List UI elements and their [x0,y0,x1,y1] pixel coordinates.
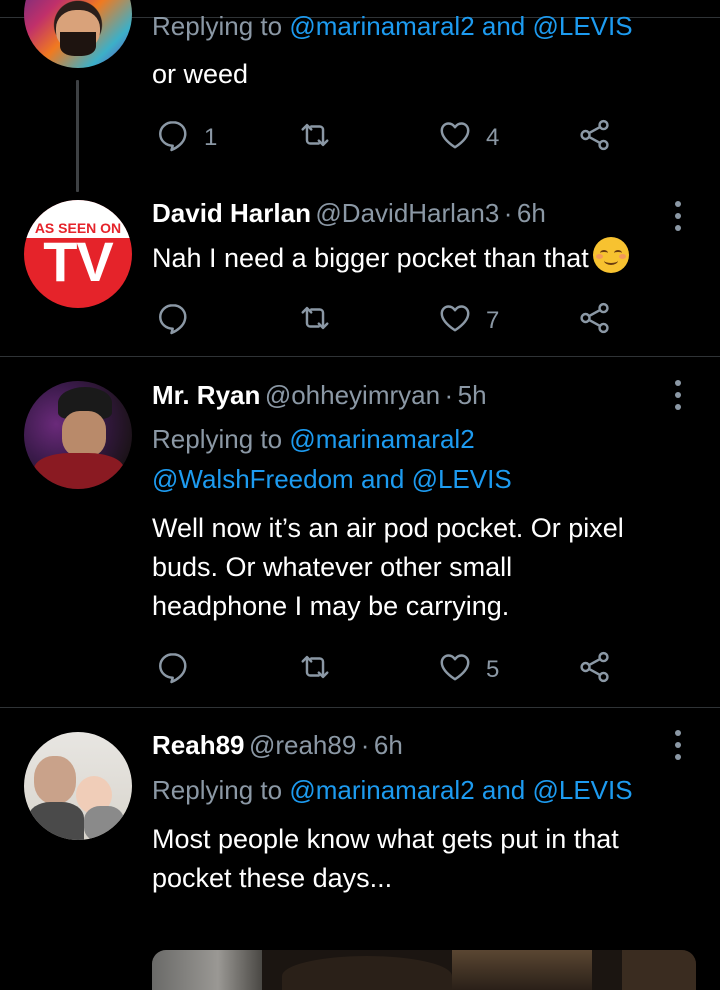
avatar[interactable] [24,381,132,489]
thread-line [76,80,79,192]
replying-to: Replying to @marinamaral2 @WalshFreedom … [152,419,712,499]
heart-icon [438,650,472,684]
tweet-text-line: Well now it’s an air pod pocket. Or pixe… [152,513,624,543]
retweet-button[interactable] [298,301,332,335]
tweet-header: Mr. Ryan @ohheyimryan · 5h [152,379,487,416]
more-options-button[interactable] [673,198,683,234]
reply-button[interactable] [156,118,190,152]
avatar[interactable]: AS SEEN ON TV [24,200,132,308]
retweet-icon [298,118,332,152]
like-button[interactable] [438,301,472,335]
like-count: 4 [486,124,500,151]
more-options-icon [673,377,683,413]
display-name[interactable]: David Harlan [152,198,311,228]
tweet-1[interactable]: Replying to @marinamaral2 and @LEVIS or … [0,0,720,192]
replying-to: Replying to @marinamaral2 and @LEVIS [152,6,633,46]
like-count: 7 [486,307,500,334]
tweet-text-line: pocket these days... [152,863,393,893]
replying-to-prefix: Replying to [152,775,283,805]
tweet-text-line: Most people know what gets put in that [152,824,619,854]
tweet-text-line: buds. Or whatever other small [152,552,513,582]
replying-to-prefix: Replying to [152,424,283,454]
tweet-2[interactable]: AS SEEN ON TV David Harlan @DavidHarlan3… [0,180,720,356]
tweet-text-line: headphone I may be carrying. [152,591,510,621]
smiling-face-icon [592,237,629,273]
replying-to-prefix: Replying to [152,11,283,41]
like-count: 5 [486,656,500,683]
reply-mention-link[interactable]: @WalshFreedom [152,464,354,494]
share-button[interactable] [578,301,612,335]
share-button[interactable] [578,650,612,684]
retweet-button[interactable] [298,650,332,684]
heart-icon [438,301,472,335]
reply-icon [156,650,190,684]
tweet-header: Reah89 @reah89 · 6h [152,729,403,766]
tweet-text-content: Nah I need a bigger pocket than that [152,243,589,273]
replying-to: Replying to @marinamaral2 and @LEVIS [152,770,633,810]
more-options-icon [673,198,683,234]
retweet-icon [298,301,332,335]
timestamp[interactable]: 6h [374,730,403,760]
reply-button[interactable] [156,650,190,684]
retweet-icon [298,650,332,684]
dot-separator: · [360,730,370,760]
timestamp[interactable]: 6h [517,198,546,228]
avatar-label-main: TV [43,230,114,293]
dot-separator: · [444,380,454,410]
tweet-4[interactable]: Reah89 @reah89 · 6h Replying to @marinam… [0,708,720,990]
tweet-header: David Harlan @DavidHarlan3 · 6h [152,197,546,234]
retweet-button[interactable] [298,118,332,152]
display-name[interactable]: Reah89 [152,730,245,760]
reply-icon [156,118,190,152]
share-icon [578,301,612,335]
reply-mention-link[interactable]: @marinamaral2 [289,424,474,454]
avatar[interactable] [24,0,132,68]
tweet-3[interactable]: Mr. Ryan @ohheyimryan · 5h Replying to @… [0,357,720,707]
tweet-text: Nah I need a bigger pocket than that [152,237,629,278]
handle[interactable]: @ohheyimryan [265,380,440,410]
share-icon [578,118,612,152]
share-icon [578,650,612,684]
reply-count: 1 [204,124,218,151]
display-name[interactable]: Mr. Ryan [152,380,260,410]
more-options-button[interactable] [673,377,683,413]
share-button[interactable] [578,118,612,152]
like-button[interactable] [438,650,472,684]
reply-icon [156,301,190,335]
tweet-text: Most people know what gets put in that p… [152,820,712,898]
like-button[interactable] [438,118,472,152]
handle[interactable]: @reah89 [249,730,356,760]
heart-icon [438,118,472,152]
reply-mention-link[interactable]: @LEVIS [412,464,512,494]
reply-and-text: and [360,464,405,494]
tweet-text: Well now it’s an air pod pocket. Or pixe… [152,509,712,626]
timestamp[interactable]: 5h [458,380,487,410]
more-options-icon [673,727,683,763]
more-options-button[interactable] [673,727,683,763]
tweet-media-image[interactable] [152,950,696,990]
reply-button[interactable] [156,301,190,335]
dot-separator: · [503,198,513,228]
avatar[interactable] [24,732,132,840]
handle[interactable]: @DavidHarlan3 [315,198,499,228]
reply-mentions-link[interactable]: @marinamaral2 and @LEVIS [289,775,632,805]
reply-mentions-link[interactable]: @marinamaral2 and @LEVIS [289,11,632,41]
tweet-text: or weed [152,59,249,89]
